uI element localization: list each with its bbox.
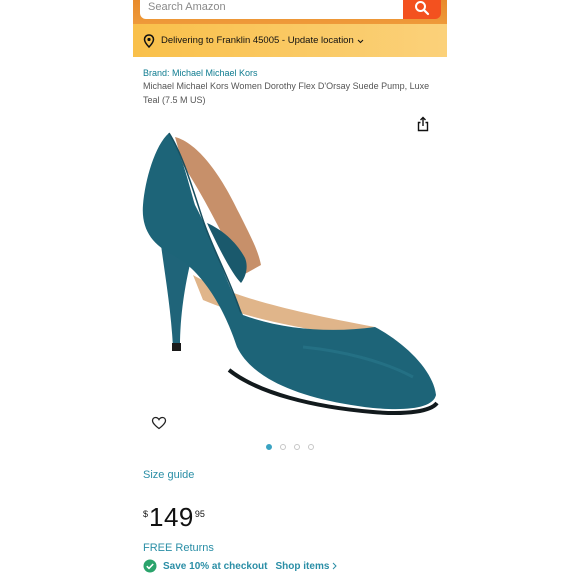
product-image[interactable] bbox=[133, 125, 447, 425]
amazon-app: Search Amazon Delivering to Franklin 450… bbox=[133, 0, 447, 580]
search-input[interactable]: Search Amazon bbox=[140, 0, 408, 19]
location-pin-icon bbox=[143, 33, 155, 48]
chevron-down-icon bbox=[357, 39, 364, 44]
free-returns-link[interactable]: FREE Returns bbox=[143, 542, 214, 554]
image-carousel-dots[interactable] bbox=[133, 444, 447, 450]
product-title: Michael Michael Kors Women Dorothy Flex … bbox=[143, 81, 430, 105]
price-fraction: 95 bbox=[194, 509, 205, 519]
brand-link[interactable]: Brand: Michael Michael Kors bbox=[143, 68, 258, 78]
price: $ 149 95 bbox=[143, 504, 205, 530]
size-guide-link[interactable]: Size guide bbox=[143, 469, 194, 481]
heart-icon[interactable] bbox=[151, 416, 167, 430]
search-icon bbox=[415, 1, 430, 16]
carousel-dot[interactable] bbox=[280, 444, 286, 450]
promo-row: Save 10% at checkout Shop items bbox=[143, 559, 338, 573]
carousel-dot[interactable] bbox=[308, 444, 314, 450]
price-currency: $ bbox=[143, 509, 149, 519]
heel-tip bbox=[172, 343, 181, 351]
search-bar: Search Amazon bbox=[133, 0, 447, 24]
promo-save-text: Save 10% at checkout bbox=[163, 560, 268, 572]
carousel-dot-active[interactable] bbox=[266, 444, 272, 450]
carousel-dot[interactable] bbox=[294, 444, 300, 450]
delivery-location-text: Delivering to Franklin 45005 - Update lo… bbox=[161, 35, 354, 46]
search-button[interactable] bbox=[403, 0, 441, 19]
chevron-right-icon bbox=[333, 562, 338, 570]
delivery-location-bar[interactable]: Delivering to Franklin 45005 - Update lo… bbox=[133, 24, 447, 57]
check-circle-icon bbox=[143, 559, 157, 573]
price-whole: 149 bbox=[149, 502, 194, 532]
shop-items-link[interactable]: Shop items bbox=[276, 561, 330, 572]
